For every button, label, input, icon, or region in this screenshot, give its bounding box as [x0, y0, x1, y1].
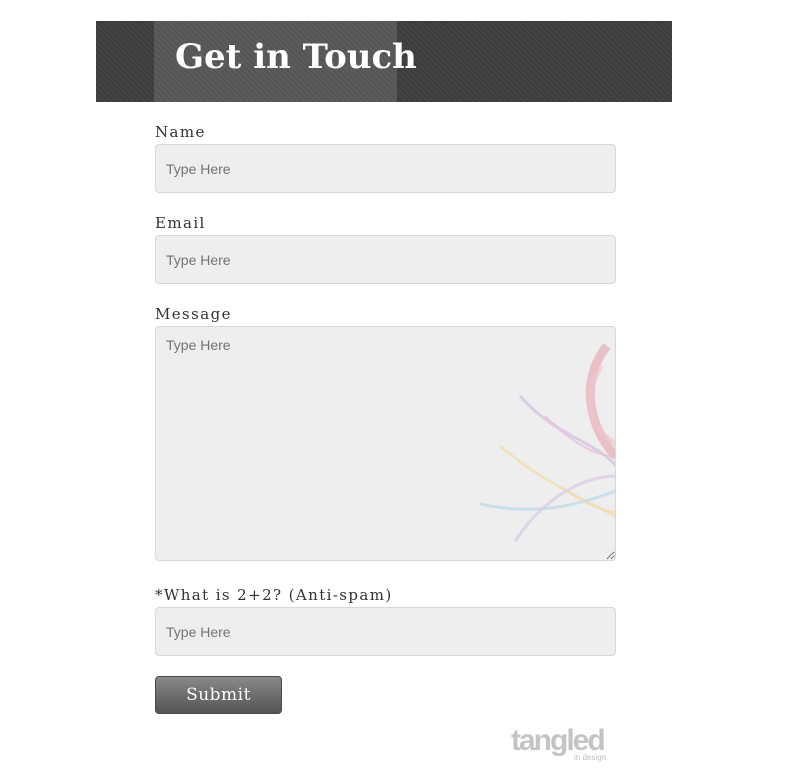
message-textarea[interactable] — [155, 326, 616, 561]
tangled-logo: tangled in design — [510, 718, 620, 764]
email-label: Email — [155, 214, 206, 232]
page-title: Get in Touch — [175, 37, 417, 77]
submit-button[interactable]: Submit — [155, 676, 282, 714]
email-input[interactable] — [155, 235, 616, 284]
message-label: Message — [155, 305, 232, 323]
antispam-label: *What is 2+2? (Anti-spam) — [155, 586, 393, 604]
svg-text:in design: in design — [574, 753, 606, 762]
tangled-logo-graphic: tangled in design — [511, 724, 606, 762]
name-input[interactable] — [155, 144, 616, 193]
name-label: Name — [155, 123, 206, 141]
antispam-input[interactable] — [155, 607, 616, 656]
